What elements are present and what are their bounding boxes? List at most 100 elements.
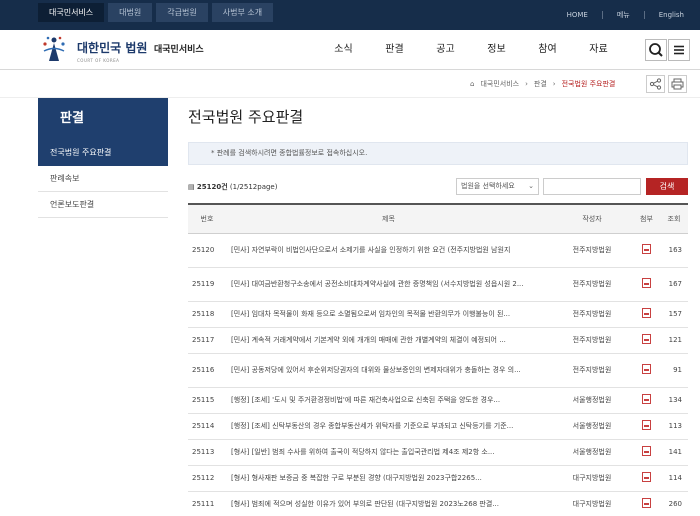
divider [643,11,645,19]
row-title-link[interactable]: [형사] [일반] 범죄 수사를 위하여 출국이 적당하지 않다는 출입국관리법… [226,439,551,466]
column-header-attachment: 첨부 [633,204,660,234]
print-button[interactable] [668,75,687,93]
row-author: 전주지방법원 [551,327,633,354]
row-author: 전주지방법원 [551,233,633,268]
search-submit-button[interactable]: 검색 [646,178,688,195]
row-attachment[interactable] [633,327,660,354]
share-button[interactable] [646,75,665,93]
row-number: 25115 [188,387,226,414]
court-emblem-icon [43,36,65,61]
nav-news[interactable]: 소식 [318,30,369,70]
site-tab-courts[interactable]: 각급법원 [156,3,208,22]
table-row[interactable]: 25120 [민사] 자연부락이 비법인사단으로서 소제기를 사실을 인정하기 위… [188,233,688,268]
row-title-link[interactable]: [민사] 임대차 목적물이 화재 등으로 소멸됨으로써 임차인의 목적물 반환의… [226,301,551,328]
table-row[interactable]: 25112 [형사] 형사재판 보증금 중 복잡한 구로 부분된 경향 (대구지방… [188,465,688,492]
nav-resources[interactable]: 자료 [573,30,624,70]
search-button[interactable] [645,39,667,61]
row-attachment[interactable] [633,465,660,492]
row-attachment[interactable] [633,353,660,388]
menu-button[interactable] [668,39,690,61]
row-title-link[interactable]: [형사] 범죄에 적으며 성실한 이유가 있어 부의로 판단된 (대구지방법원 … [226,491,551,516]
row-attachment[interactable] [633,491,660,516]
sidebar-title: 판결 [38,98,168,140]
total-count: 25120건 [196,183,228,191]
table-row[interactable]: 25115 [행정] [조세] '도시 및 주거환경정비법'에 따른 재건축사업으… [188,387,688,414]
row-views: 113 [660,413,688,440]
site-tabs: 대국민서비스 대법원 각급법원 사법부 소개 [38,3,274,22]
row-title-link[interactable]: [민사] 계속적 거래계약에서 기본계약 외에 개개의 매매에 관한 개별계약의… [226,327,551,354]
row-title: [민사] 계속적 거래계약에서 기본계약 외에 개개의 매매에 관한 개별계약의… [231,335,506,344]
nav-info[interactable]: 정보 [471,30,522,70]
row-attachment[interactable] [633,439,660,466]
row-title-link[interactable]: [형사] 형사재판 보증금 중 복잡한 구로 부분된 경향 (대구지방법원 20… [226,465,551,492]
column-header-views: 조회 [660,204,688,234]
row-attachment[interactable] [633,387,660,414]
row-title-link[interactable]: [민사] 자연부락이 비법인사단으로서 소제기를 사실을 인정하기 위한 요건 … [226,233,551,268]
nav-participation[interactable]: 참여 [522,30,573,70]
table-row[interactable]: 25116 [민사] 공동저당에 있어서 후순위저당권자의 대위와 물상보증인의 … [188,353,688,388]
sidebar-item-major-judgments[interactable]: 전국법원 주요판결 [38,140,168,166]
site-tab-supreme-court[interactable]: 대법원 [108,3,153,22]
row-title: [행정] [조세] 신탁부동산의 경우 종합부동산세가 위탁자를 기준으로 부과… [231,421,514,430]
breadcrumb-item[interactable]: 판결 [534,79,547,89]
row-views: 91 [660,353,688,388]
breadcrumb-item[interactable]: 대국민서비스 [480,79,519,89]
row-title-link[interactable]: [민사] 대여금반환청구소송에서 공전소비대차계약사실에 관한 증명책임 (서수… [226,267,551,302]
sidebar-item-case-news[interactable]: 판례속보 [38,166,168,192]
chevron-right-icon: › [552,80,556,88]
row-attachment[interactable] [633,301,660,328]
home-link[interactable]: HOME [567,11,588,19]
table-row[interactable]: 25117 [민사] 계속적 거래계약에서 기본계약 외에 개개의 매매에 관한 … [188,327,688,354]
table-row[interactable]: 25111 [형사] 범죄에 적으며 성실한 이유가 있어 부의로 판단된 (대구… [188,491,688,516]
row-title-link[interactable]: [민사] 공동저당에 있어서 후순위저당권자의 대위와 물상보증인의 변제자대위… [226,353,551,388]
table-row[interactable]: 25118 [민사] 임대차 목적물이 화재 등으로 소멸됨으로써 임차인의 목적… [188,301,688,328]
english-link[interactable]: English [659,11,684,19]
logo-service-name: 대국민서비스 [154,45,204,55]
nav-judgments[interactable]: 판결 [369,30,420,70]
nav-notices[interactable]: 공고 [420,30,471,70]
row-title-link[interactable]: [행정] [조세] '도시 및 주거환경정비법'에 따른 재건축사업으로 신축된… [226,387,551,414]
row-views: 141 [660,439,688,466]
hamburger-icon [674,45,684,55]
main-nav: 소식 판결 공고 정보 참여 자료 [318,30,624,70]
search-icon [649,43,663,57]
pdf-file-icon [642,244,651,254]
row-number: 25117 [188,327,226,354]
search-input[interactable] [543,178,641,195]
row-title: [형사] 범죄에 적으며 성실한 이유가 있어 부의로 판단된 (대구지방법원 … [231,499,499,508]
pdf-file-icon [642,472,651,482]
home-icon[interactable]: ⌂ [470,80,474,88]
row-views: 157 [660,301,688,328]
row-number: 25119 [188,267,226,302]
site-tab-judiciary-intro[interactable]: 사법부 소개 [211,3,274,22]
table-row[interactable]: 25113 [형사] [일반] 범죄 수사를 위하여 출국이 적당하지 않다는 출… [188,439,688,466]
row-title: [민사] 공동저당에 있어서 후순위저당권자의 대위와 물상보증인의 변제자대위… [231,365,521,374]
row-views: 260 [660,491,688,516]
row-number: 25120 [188,233,226,268]
row-attachment[interactable] [633,233,660,268]
row-title: [형사] [일반] 범죄 수사를 위하여 출국이 적당하지 않다는 출입국관리법… [231,447,495,456]
utility-links: HOME 메뉴 English [567,0,684,30]
site-tab-public-service[interactable]: 대국민서비스 [38,3,105,22]
pdf-file-icon [642,446,651,456]
row-number: 25113 [188,439,226,466]
row-title-link[interactable]: [행정] [조세] 신탁부동산의 경우 종합부동산세가 위탁자를 기준으로 부과… [226,413,551,440]
row-title: [민사] 자연부락이 비법인사단으로서 소제기를 사실을 인정하기 위한 요건 … [231,245,511,254]
court-select[interactable]: 법원을 선택하세요 ⌄ [456,178,539,195]
chevron-right-icon: › [525,80,528,88]
court-logo[interactable]: 대한민국 법원 대국민서비스 COURT OF KOREA [40,34,204,66]
menu-link[interactable]: 메뉴 [617,10,630,20]
row-attachment[interactable] [633,267,660,302]
table-row[interactable]: 25114 [행정] [조세] 신탁부동산의 경우 종합부동산세가 위탁자를 기준… [188,413,688,440]
logo-name: 대한민국 법원 [77,41,148,55]
notice-box: * 판례를 검색하시려면 종합법률정보로 접속하십시오. [188,142,688,165]
row-views: 167 [660,267,688,302]
row-views: 134 [660,387,688,414]
row-views: 121 [660,327,688,354]
row-attachment[interactable] [633,413,660,440]
column-header-number: 번호 [188,204,226,234]
row-author: 전주지방법원 [551,267,633,302]
column-header-title: 제목 [226,204,551,234]
table-row[interactable]: 25119 [민사] 대여금반환청구소송에서 공전소비대차계약사실에 관한 증명책… [188,267,688,302]
sidebar-item-press-judgments[interactable]: 언론보도판결 [38,192,168,218]
